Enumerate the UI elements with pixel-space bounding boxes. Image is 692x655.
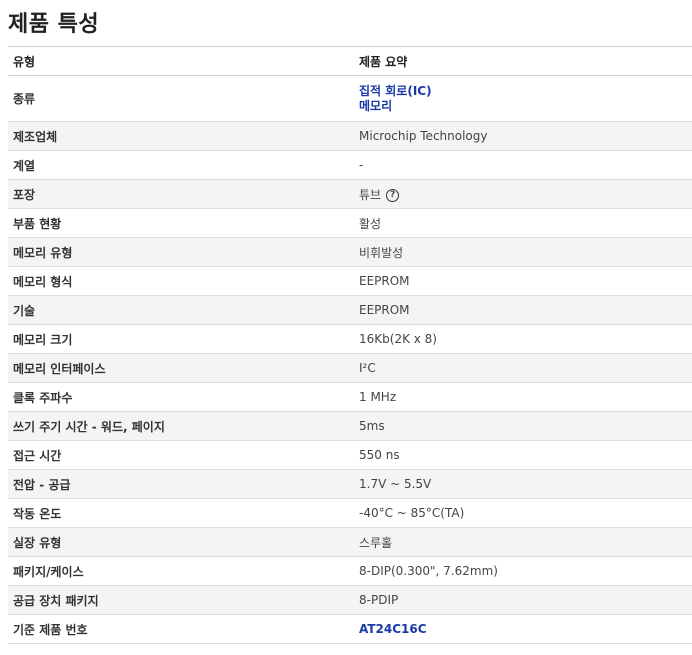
attribute-name: 전압 - 공급 — [8, 469, 354, 499]
table-row: 제조업체 Microchip Technology — [8, 121, 692, 151]
attribute-value: 8-DIP(0.300", 7.62mm) — [359, 564, 498, 578]
attribute-value: 활성 — [359, 216, 382, 231]
table-row: 실장 유형 스루홀 — [8, 527, 692, 557]
attribute-name: 공급 장치 패키지 — [8, 585, 354, 615]
attribute-name: 포장 — [8, 179, 354, 209]
category-link[interactable]: 집적 회로(IC) — [359, 84, 692, 99]
attribute-value-cell: AT24C16C — [354, 614, 692, 644]
attribute-value-cell: 8-PDIP — [354, 585, 692, 615]
table-row: 메모리 형식 EEPROM — [8, 266, 692, 296]
attribute-name: 패키지/케이스 — [8, 556, 354, 586]
attribute-name: 쓰기 주기 시간 - 워드, 페이지 — [8, 411, 354, 441]
attribute-value-cell: 8-DIP(0.300", 7.62mm) — [354, 556, 692, 586]
product-attributes-page: 제품 특성 유형 제품 요약 종류 집적 회로(IC) 메모리 제조업체 Microch… — [0, 0, 692, 655]
attribute-name: 계열 — [8, 150, 354, 180]
table-row: 작동 온도 -40°C ~ 85°C(TA) — [8, 498, 692, 528]
attribute-name: 종류 — [8, 75, 354, 122]
attribute-value: 1.7V ~ 5.5V — [359, 477, 432, 491]
table-row: 메모리 유형 비휘발성 — [8, 237, 692, 267]
attribute-name: 메모리 크기 — [8, 324, 354, 354]
attribute-value: 8-PDIP — [359, 593, 399, 607]
attribute-value-cell: - — [354, 150, 692, 180]
attribute-value-cell: 튜브? — [354, 179, 692, 209]
category-link[interactable]: 메모리 — [359, 99, 692, 114]
table-row: 메모리 크기 16Kb(2K x 8) — [8, 324, 692, 354]
attribute-value-cell: 1.7V ~ 5.5V — [354, 469, 692, 499]
table-row: 전압 - 공급 1.7V ~ 5.5V — [8, 469, 692, 499]
table-header-row: 유형 제품 요약 — [8, 46, 692, 76]
table-row: 기준 제품 번호 AT24C16C — [8, 614, 692, 644]
attribute-value-cell: 1 MHz — [354, 382, 692, 412]
attribute-value-cell: Microchip Technology — [354, 121, 692, 151]
attribute-value: EEPROM — [359, 274, 410, 288]
table-row: 공급 장치 패키지 8-PDIP — [8, 585, 692, 615]
attribute-name: 메모리 유형 — [8, 237, 354, 267]
attribute-value-cell: 5ms — [354, 411, 692, 441]
attribute-name: 메모리 형식 — [8, 266, 354, 296]
question-circle-icon[interactable]: ? — [386, 188, 400, 202]
attribute-name: 메모리 인터페이스 — [8, 353, 354, 383]
table-row: 종류 집적 회로(IC) 메모리 — [8, 75, 692, 122]
table-body: 종류 집적 회로(IC) 메모리 제조업체 Microchip Technology 계열… — [8, 75, 692, 644]
page-title: 제품 특성 — [8, 12, 100, 37]
attribute-value-cell: 스루홀 — [354, 527, 692, 557]
attribute-value-cell: -40°C ~ 85°C(TA) — [354, 498, 692, 528]
attribute-value: 1 MHz — [359, 390, 397, 404]
table-row: 접근 시간 550 ns — [8, 440, 692, 470]
table-row: 부품 현황 활성 — [8, 208, 692, 238]
attribute-name: 작동 온도 — [8, 498, 354, 528]
attribute-name: 클록 주파수 — [8, 382, 354, 412]
attribute-name: 기준 제품 번호 — [8, 614, 354, 644]
attribute-value-cell: 비휘발성 — [354, 237, 692, 267]
attribute-value: Microchip Technology — [359, 129, 488, 143]
attribute-value-cell: 집적 회로(IC) 메모리 — [354, 75, 692, 122]
attribute-name: 기술 — [8, 295, 354, 325]
attribute-value-cell: EEPROM — [354, 266, 692, 296]
attribute-value: 550 ns — [359, 448, 400, 462]
table-row: 클록 주파수 1 MHz — [8, 382, 692, 412]
attribute-value-cell: 16Kb(2K x 8) — [354, 324, 692, 354]
table-row: 포장 튜브? — [8, 179, 692, 209]
product-attributes-table: 유형 제품 요약 종류 집적 회로(IC) 메모리 제조업체 Microchip Tec… — [8, 46, 692, 644]
attribute-value: EEPROM — [359, 303, 410, 317]
attribute-name: 실장 유형 — [8, 527, 354, 557]
attribute-value: -40°C ~ 85°C(TA) — [359, 506, 465, 520]
table-row: 패키지/케이스 8-DIP(0.300", 7.62mm) — [8, 556, 692, 586]
attribute-name: 부품 현황 — [8, 208, 354, 238]
table-row: 메모리 인터페이스 I²C — [8, 353, 692, 383]
attribute-value-cell: 활성 — [354, 208, 692, 238]
attribute-value-cell: 550 ns — [354, 440, 692, 470]
table-row: 기술 EEPROM — [8, 295, 692, 325]
attribute-value-cell: I²C — [354, 353, 692, 383]
attribute-value: 튜브 — [359, 187, 382, 202]
attribute-name: 접근 시간 — [8, 440, 354, 470]
attribute-value: - — [359, 158, 364, 172]
attribute-value: 5ms — [359, 419, 385, 433]
base-part-number-link[interactable]: AT24C16C — [359, 622, 692, 637]
attribute-value: I²C — [359, 361, 376, 375]
header-summary: 제품 요약 — [354, 46, 692, 76]
table-row: 계열 - — [8, 150, 692, 180]
header-type: 유형 — [8, 46, 354, 76]
table-row: 쓰기 주기 시간 - 워드, 페이지 5ms — [8, 411, 692, 441]
attribute-value: 비휘발성 — [359, 245, 404, 260]
attribute-value: 16Kb(2K x 8) — [359, 332, 437, 346]
attribute-value: 스루홀 — [359, 535, 393, 550]
attribute-name: 제조업체 — [8, 121, 354, 151]
attribute-value-cell: EEPROM — [354, 295, 692, 325]
